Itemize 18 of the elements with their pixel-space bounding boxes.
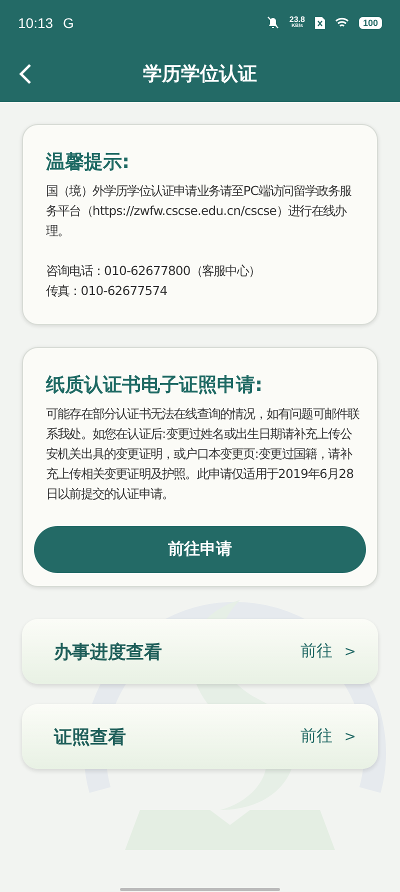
battery-level: 100 <box>358 16 382 28</box>
wifi-icon <box>334 17 349 28</box>
sim-icon <box>314 16 325 29</box>
card-title: 温馨提示: <box>46 150 131 175</box>
notice-text: 国（境）外学历学位认证申请业务请至PC端访问留学政务服务平台（https://zwfw.cscse.edu.cn/cscse）进行在线办理。 <box>46 182 352 240</box>
apply-button[interactable]: 前往申请 <box>34 526 366 573</box>
page-title: 学历学位认证 <box>143 62 257 86</box>
certificate-text: 可能存在部分认证书无法在线查询的情况，如有问题可邮件联系我处。如您在认证后:变更过姓名或出生日期请补充上传公安机关出具的变更证明，或户口本变更页:变更过国籍，请补充上传相关变更证明及护照。此申请仅适用于2019年6月28日以前提交的认证申请。 <box>46 405 360 503</box>
status-time: 10:13 <box>18 14 54 30</box>
link-row[interactable]: 办事进度查看 前往 > <box>22 619 378 684</box>
chevron-left-icon <box>18 63 32 85</box>
muted-bell-icon <box>267 16 280 29</box>
contact-line: 咨询电话：010-62677800（客服中心） <box>46 262 261 280</box>
link-row[interactable]: 证照查看 前往 > <box>22 704 378 769</box>
contact-line: 传真：010-62677574 <box>46 282 168 300</box>
carrier-label: G <box>63 14 74 30</box>
card-title: 纸质认证书电子证照申请: <box>46 373 264 398</box>
network-speed: 23.8 <box>289 16 305 24</box>
